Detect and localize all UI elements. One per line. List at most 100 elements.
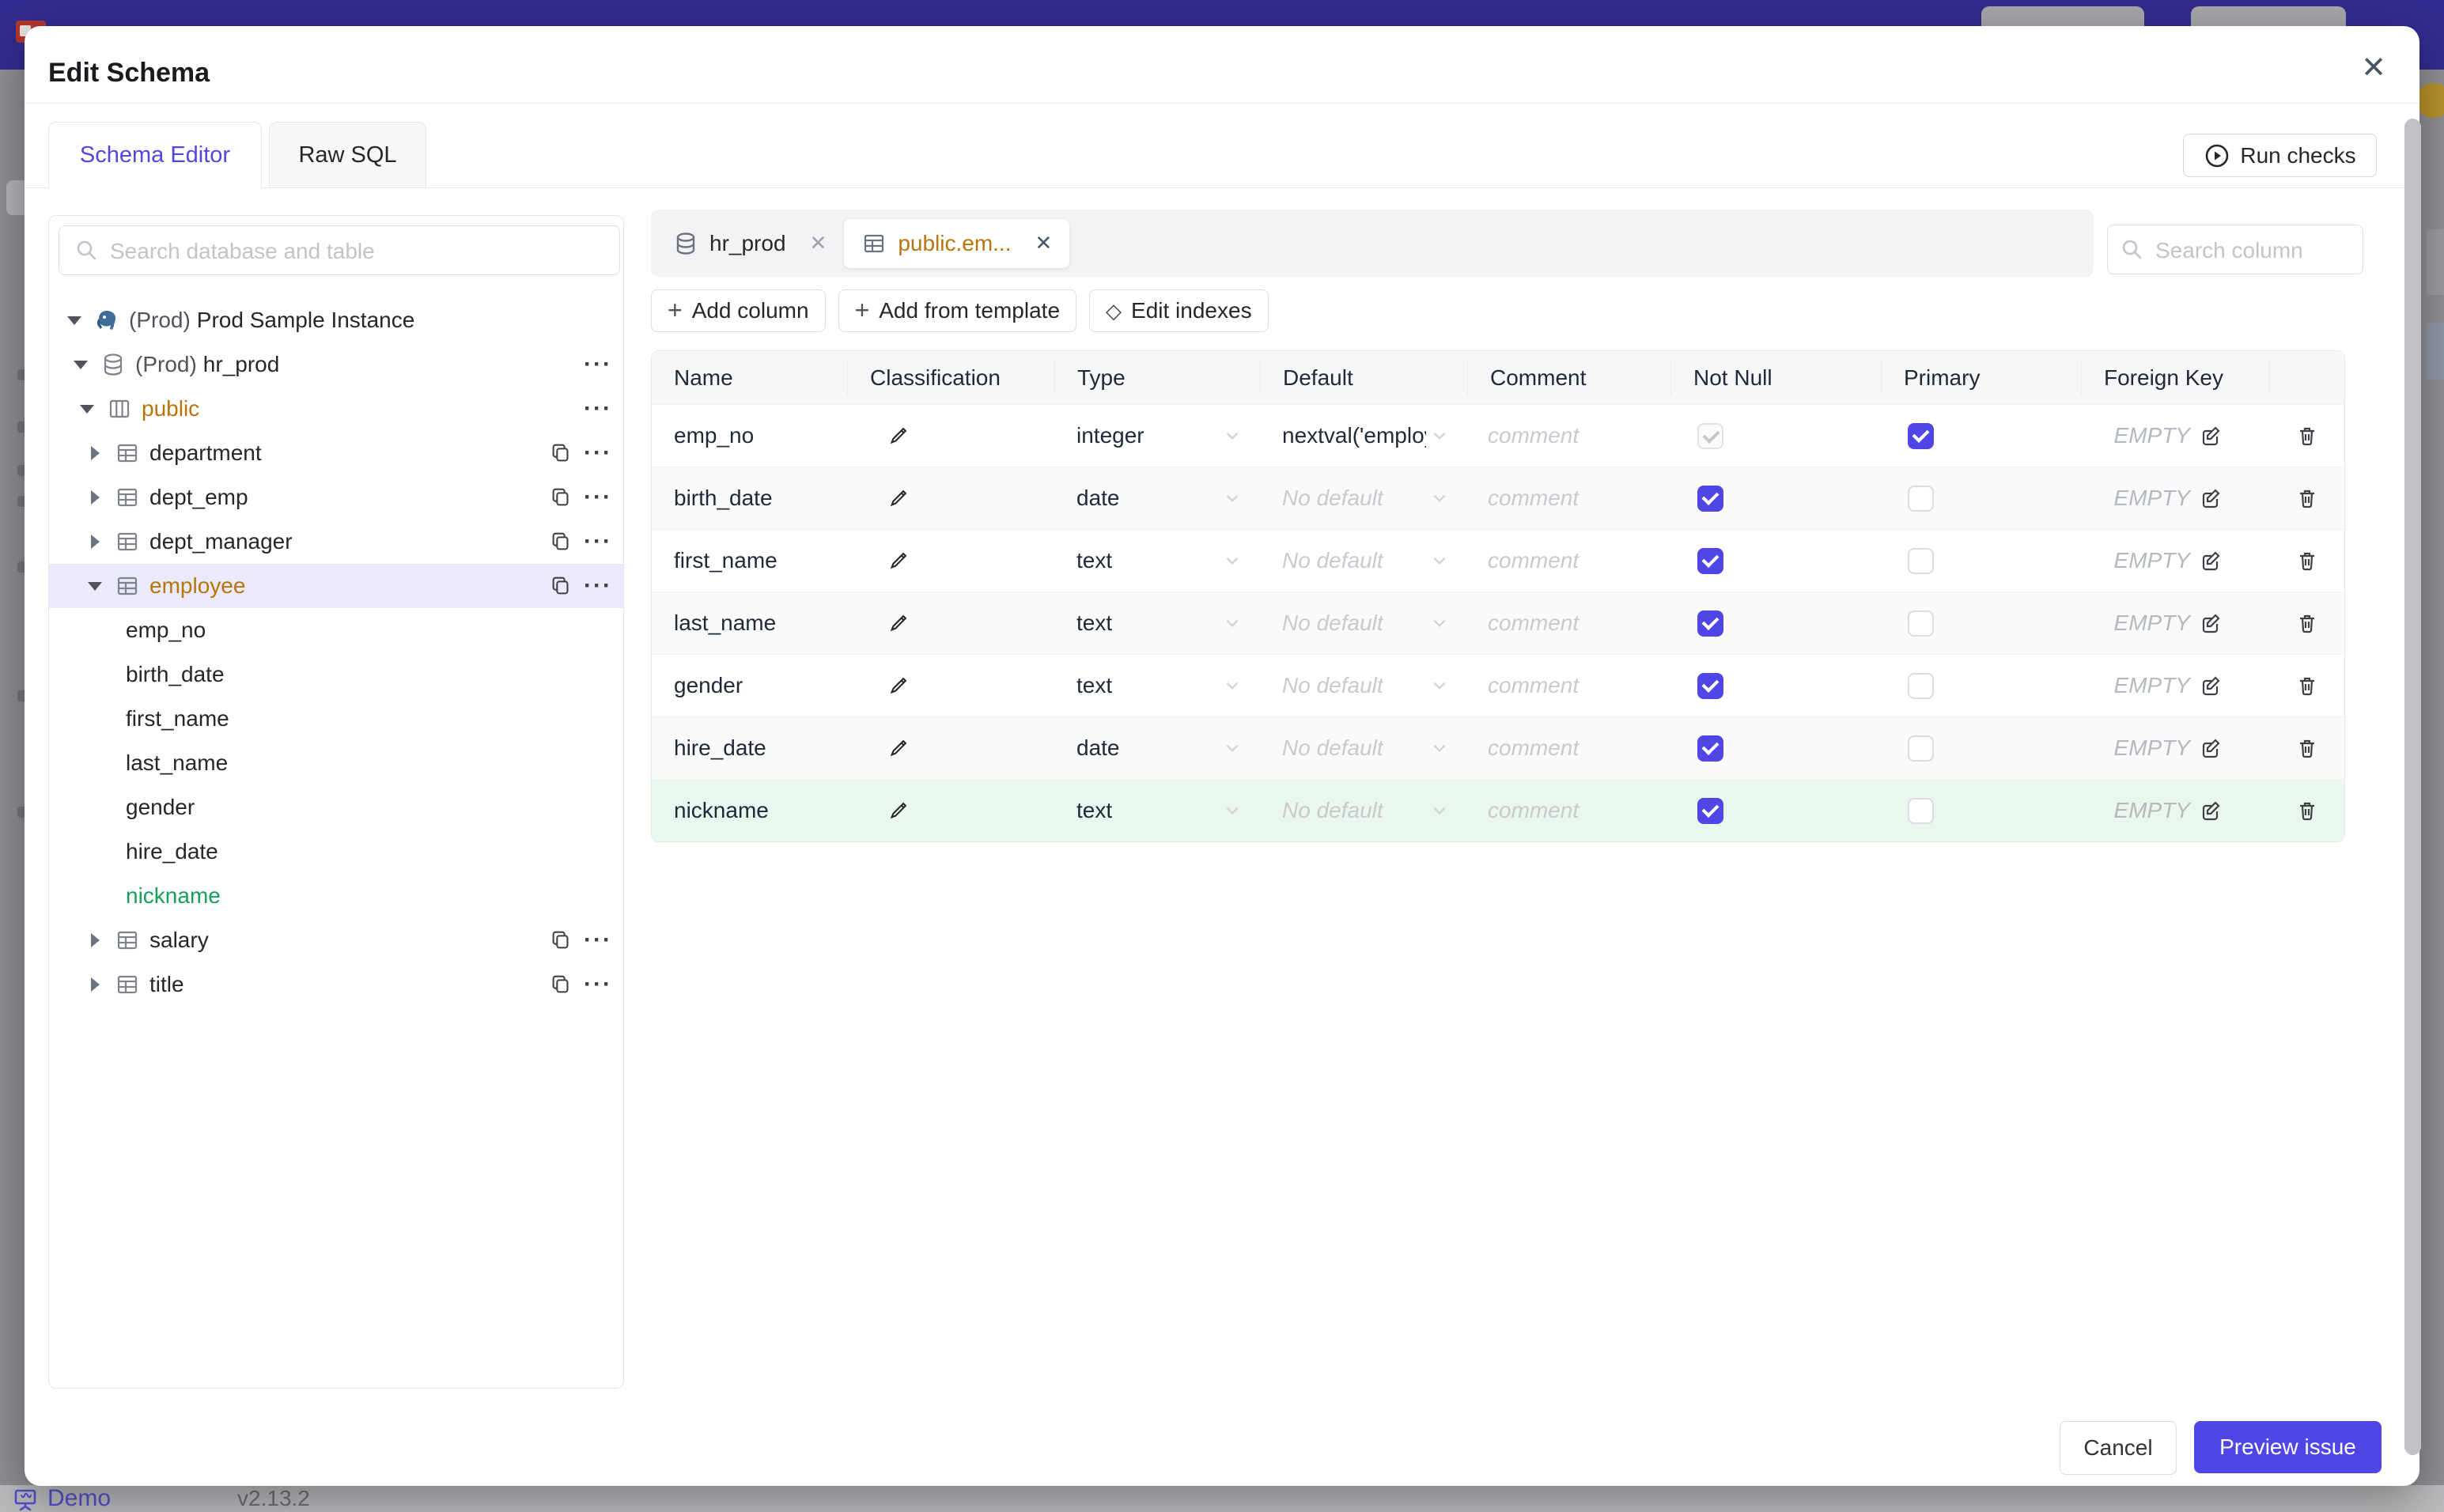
edit-indexes-button[interactable]: ◇ Edit indexes [1089, 289, 1269, 332]
type-select[interactable]: date [1054, 486, 1260, 511]
caret-down-icon[interactable] [78, 404, 96, 414]
column-search-input[interactable] [2154, 225, 2355, 275]
tab-schema-editor[interactable]: Schema Editor [48, 122, 262, 189]
close-tab-icon[interactable]: ✕ [1035, 231, 1052, 255]
primary-checkbox[interactable] [1908, 547, 1934, 574]
more-options-icon[interactable]: ··· [584, 486, 612, 509]
default-select[interactable]: nextval('employ [1260, 423, 1467, 448]
copy-icon[interactable] [549, 530, 573, 554]
trash-icon[interactable] [2295, 548, 2320, 573]
trash-icon[interactable] [2295, 486, 2320, 511]
primary-checkbox[interactable] [1908, 672, 1934, 699]
default-select[interactable]: No default [1260, 548, 1467, 573]
more-options-icon[interactable]: ··· [584, 441, 612, 465]
more-options-icon[interactable]: ··· [584, 530, 612, 554]
caret-right-icon[interactable] [86, 490, 104, 505]
more-options-icon[interactable]: ··· [584, 973, 612, 996]
default-select[interactable]: No default [1260, 735, 1467, 761]
edit-foreign-key-icon[interactable] [2198, 735, 2223, 761]
comment-input[interactable]: comment [1488, 423, 1579, 448]
default-select[interactable]: No default [1260, 486, 1467, 511]
tree-item-birth_date[interactable]: birth_date [49, 652, 623, 697]
pencil-icon[interactable] [887, 549, 910, 573]
tree-item-nickname[interactable]: nickname [49, 874, 623, 918]
pencil-icon[interactable] [887, 799, 910, 822]
primary-checkbox[interactable] [1908, 735, 1934, 762]
close-tab-icon[interactable]: ✕ [810, 231, 827, 255]
type-select[interactable]: text [1054, 548, 1260, 573]
tab-raw-sql[interactable]: Raw SQL [269, 122, 426, 188]
type-select[interactable]: integer [1054, 423, 1260, 448]
primary-checkbox[interactable] [1908, 422, 1934, 449]
add-from-template-button[interactable]: + Add from template [838, 289, 1077, 332]
comment-input[interactable]: comment [1488, 798, 1579, 823]
column-name-cell[interactable]: birth_date [652, 486, 847, 511]
cancel-button[interactable]: Cancel [2060, 1421, 2177, 1475]
edit-foreign-key-icon[interactable] [2198, 423, 2223, 448]
primary-checkbox[interactable] [1908, 610, 1934, 637]
tree-item-Prod Sample Instance[interactable]: (Prod) Prod Sample Instance [49, 298, 623, 342]
caret-right-icon[interactable] [86, 535, 104, 549]
tree-item-salary[interactable]: salary ··· [49, 918, 623, 962]
not-null-checkbox[interactable] [1697, 672, 1723, 699]
column-name-cell[interactable]: last_name [652, 610, 847, 636]
more-options-icon[interactable]: ··· [584, 928, 612, 952]
edit-foreign-key-icon[interactable] [2198, 610, 2223, 636]
default-select[interactable]: No default [1260, 610, 1467, 636]
tree-search-input[interactable] [108, 226, 610, 276]
copy-icon[interactable] [549, 486, 573, 509]
pencil-icon[interactable] [887, 424, 910, 448]
default-select[interactable]: No default [1260, 798, 1467, 823]
trash-icon[interactable] [2295, 798, 2320, 823]
tree-item-public[interactable]: public ··· [49, 387, 623, 431]
tree-item-title[interactable]: title ··· [49, 962, 623, 1007]
default-select[interactable]: No default [1260, 673, 1467, 698]
tree-item-dept_emp[interactable]: dept_emp ··· [49, 475, 623, 520]
more-options-icon[interactable]: ··· [584, 353, 612, 376]
close-icon[interactable]: ✕ [2361, 53, 2386, 83]
comment-input[interactable]: comment [1488, 735, 1579, 761]
comment-input[interactable]: comment [1488, 486, 1579, 511]
column-name-cell[interactable]: gender [652, 673, 847, 698]
not-null-checkbox[interactable] [1697, 547, 1723, 574]
edit-foreign-key-icon[interactable] [2198, 486, 2223, 511]
type-select[interactable]: text [1054, 673, 1260, 698]
trash-icon[interactable] [2295, 423, 2320, 448]
more-options-icon[interactable]: ··· [584, 397, 612, 421]
run-checks-button[interactable]: Run checks [2183, 134, 2377, 177]
caret-down-icon[interactable] [86, 581, 104, 591]
edit-foreign-key-icon[interactable] [2198, 548, 2223, 573]
copy-icon[interactable] [549, 973, 573, 996]
type-select[interactable]: text [1054, 610, 1260, 636]
comment-input[interactable]: comment [1488, 610, 1579, 636]
trash-icon[interactable] [2295, 673, 2320, 698]
caret-right-icon[interactable] [86, 933, 104, 947]
type-select[interactable]: date [1054, 735, 1260, 761]
not-null-checkbox[interactable] [1697, 735, 1723, 762]
copy-icon[interactable] [549, 928, 573, 952]
column-name-cell[interactable]: emp_no [652, 423, 847, 448]
primary-checkbox[interactable] [1908, 797, 1934, 824]
editor-tab-public-employee[interactable]: public.em... ✕ [844, 218, 1070, 268]
tree-item-hr_prod[interactable]: (Prod) hr_prod ··· [49, 342, 623, 387]
pencil-icon[interactable] [887, 736, 910, 760]
tree-item-gender[interactable]: gender [49, 785, 623, 830]
more-options-icon[interactable]: ··· [584, 574, 612, 598]
tree-item-department[interactable]: department ··· [49, 431, 623, 475]
copy-icon[interactable] [549, 441, 573, 465]
trash-icon[interactable] [2295, 610, 2320, 636]
column-name-cell[interactable]: nickname [652, 798, 847, 823]
column-name-cell[interactable]: first_name [652, 548, 847, 573]
comment-input[interactable]: comment [1488, 673, 1579, 698]
primary-checkbox[interactable] [1908, 485, 1934, 512]
type-select[interactable]: text [1054, 798, 1260, 823]
pencil-icon[interactable] [887, 611, 910, 635]
tree-item-emp_no[interactable]: emp_no [49, 608, 623, 652]
preview-issue-button[interactable]: Preview issue [2194, 1421, 2382, 1473]
tree-item-dept_manager[interactable]: dept_manager ··· [49, 520, 623, 564]
copy-icon[interactable] [549, 574, 573, 598]
demo-link[interactable]: Demo [13, 1485, 111, 1512]
tree-item-hire_date[interactable]: hire_date [49, 830, 623, 874]
dialog-scrollbar[interactable] [2404, 119, 2421, 1455]
editor-tab-hr-prod[interactable]: hr_prod ✕ [656, 219, 844, 268]
